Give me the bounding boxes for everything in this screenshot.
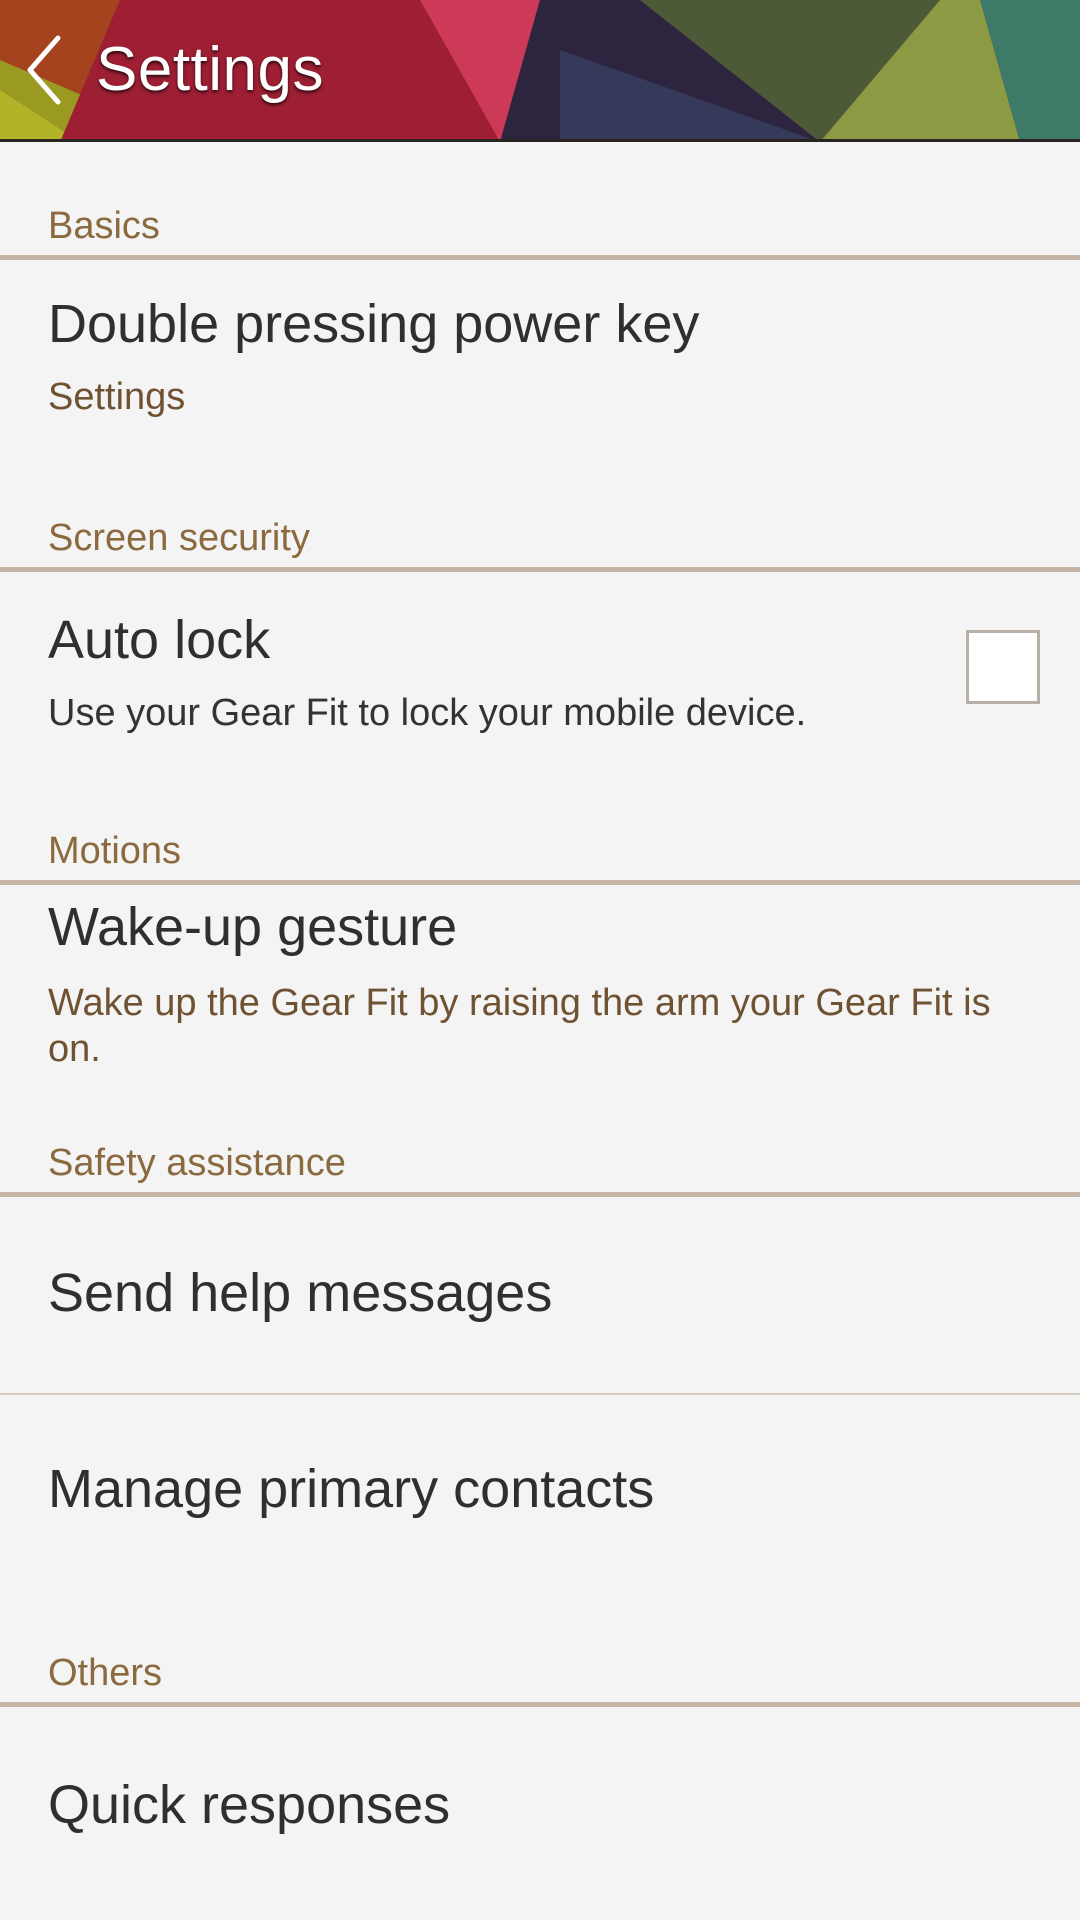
manage-primary-contacts-item[interactable]: Manage primary contacts (0, 1395, 1080, 1591)
item-title: Double pressing power key (48, 294, 700, 354)
back-button[interactable] (18, 30, 74, 110)
section-label: Screen security (48, 517, 310, 559)
section-header-motions: Motions (0, 825, 1080, 885)
item-subtitle: Wake up the Gear Fit by raising the arm … (48, 982, 991, 1070)
settings-screen: Settings Basics Double pressing power ke… (0, 0, 1080, 1920)
item-title: Wake-up gesture (48, 897, 458, 957)
section-label: Safety assistance (48, 1142, 346, 1184)
action-bar: Settings (0, 0, 1080, 142)
section-label: Others (48, 1652, 163, 1694)
section-header-screen-security: Screen security (0, 512, 1080, 572)
item-title: Manage primary contacts (48, 1459, 655, 1519)
auto-lock-item[interactable]: Auto lock Use your Gear Fit to lock your… (0, 572, 1080, 782)
section-header-others: Others (0, 1647, 1080, 1707)
page-title: Settings (96, 35, 325, 104)
section-label: Basics (48, 205, 160, 247)
item-title: Quick responses (48, 1775, 451, 1835)
section-label: Motions (48, 830, 182, 872)
item-title: Auto lock (48, 610, 271, 670)
chevron-left-icon (27, 35, 61, 105)
item-subtitle: Settings (48, 376, 186, 418)
item-subtitle: Use your Gear Fit to lock your mobile de… (48, 692, 807, 734)
wake-up-gesture-item[interactable]: Wake-up gesture Wake up the Gear Fit by … (0, 885, 1080, 1085)
send-help-messages-item[interactable]: Send help messages (0, 1197, 1080, 1393)
auto-lock-checkbox[interactable] (966, 630, 1040, 704)
item-title: Send help messages (48, 1263, 553, 1323)
double-press-power-key-item[interactable]: Double pressing power key Settings (0, 260, 1080, 470)
quick-responses-item[interactable]: Quick responses (0, 1707, 1080, 1903)
section-header-safety-assistance: Safety assistance (0, 1137, 1080, 1197)
section-header-basics: Basics (0, 200, 1080, 260)
